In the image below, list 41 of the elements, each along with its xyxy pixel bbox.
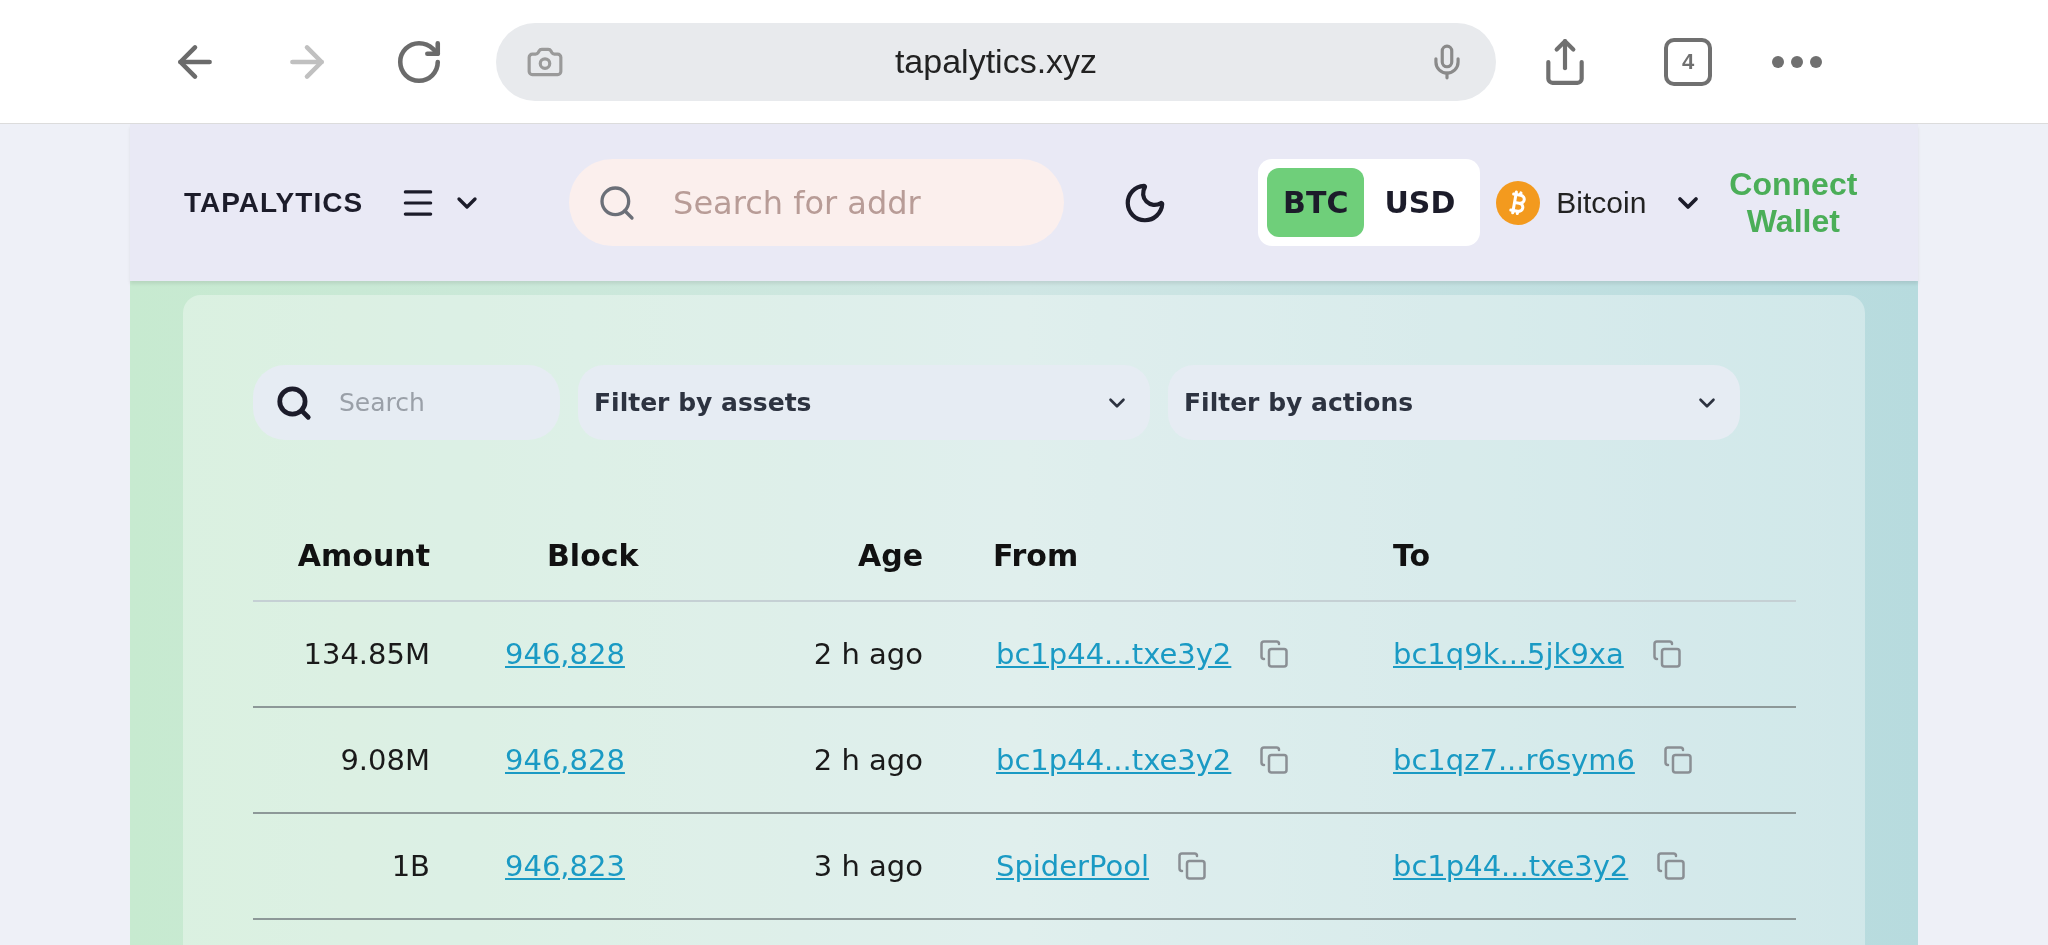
amount-cell: 1B [391, 849, 430, 883]
copy-button[interactable] [1177, 851, 1208, 881]
copy-button[interactable] [1656, 851, 1687, 881]
to-address-link[interactable]: bc1q9k...5jk9xa [1393, 637, 1624, 671]
amount-cell: 9.08M [340, 743, 430, 777]
search-field[interactable]: Search [253, 365, 560, 440]
url-text: tapalytics.xyz [893, 42, 1099, 81]
to-address-link[interactable]: bc1p44...txe3y2 [1393, 849, 1629, 883]
column-header: To [1393, 537, 1431, 573]
network-label: Bitcoin [1556, 185, 1647, 220]
filter-dropdown[interactable]: Filter by actions [1168, 365, 1740, 440]
copy-button[interactable] [1651, 639, 1682, 669]
address-bar[interactable]: tapalytics.xyz [496, 22, 1496, 101]
age-cell: 3 h ago [813, 849, 923, 883]
tabs-button[interactable]: 4 [1664, 37, 1712, 86]
column-header: Block [546, 537, 639, 573]
block-link[interactable]: 946,828 [505, 743, 625, 777]
currency-option[interactable]: USD [1368, 168, 1472, 237]
currency-option[interactable]: BTC [1267, 168, 1365, 237]
from-address-link[interactable]: SpiderPool [996, 849, 1150, 883]
connect-wallet-button[interactable]: Connect Wallet [1718, 165, 1869, 240]
column-header: Amount [297, 537, 430, 573]
filter-dropdown[interactable]: Filter by assets [578, 365, 1150, 440]
column-header: Age [857, 537, 923, 573]
column-header: From [992, 537, 1079, 573]
age-cell: 2 h ago [813, 637, 923, 671]
amount-cell: 134.85M [303, 637, 430, 671]
copy-button[interactable] [1259, 745, 1290, 775]
from-address-link[interactable]: bc1p44...txe3y2 [996, 743, 1232, 777]
copy-button[interactable] [1662, 745, 1693, 775]
from-address-link[interactable]: bc1p44...txe3y2 [996, 637, 1232, 671]
block-link[interactable]: 946,828 [505, 637, 625, 671]
age-cell: 2 h ago [813, 743, 923, 777]
search-icon [275, 383, 313, 422]
more-icon [1772, 55, 1822, 68]
to-address-link[interactable]: bc1qz7...r6sym6 [1393, 743, 1635, 777]
more-button[interactable] [1772, 55, 1822, 68]
address-search-field[interactable]: Search for addr [569, 159, 1065, 246]
block-link[interactable]: 946,823 [505, 849, 625, 883]
logo[interactable]: TAPALYTICS [184, 186, 364, 219]
copy-button[interactable] [1259, 639, 1290, 669]
